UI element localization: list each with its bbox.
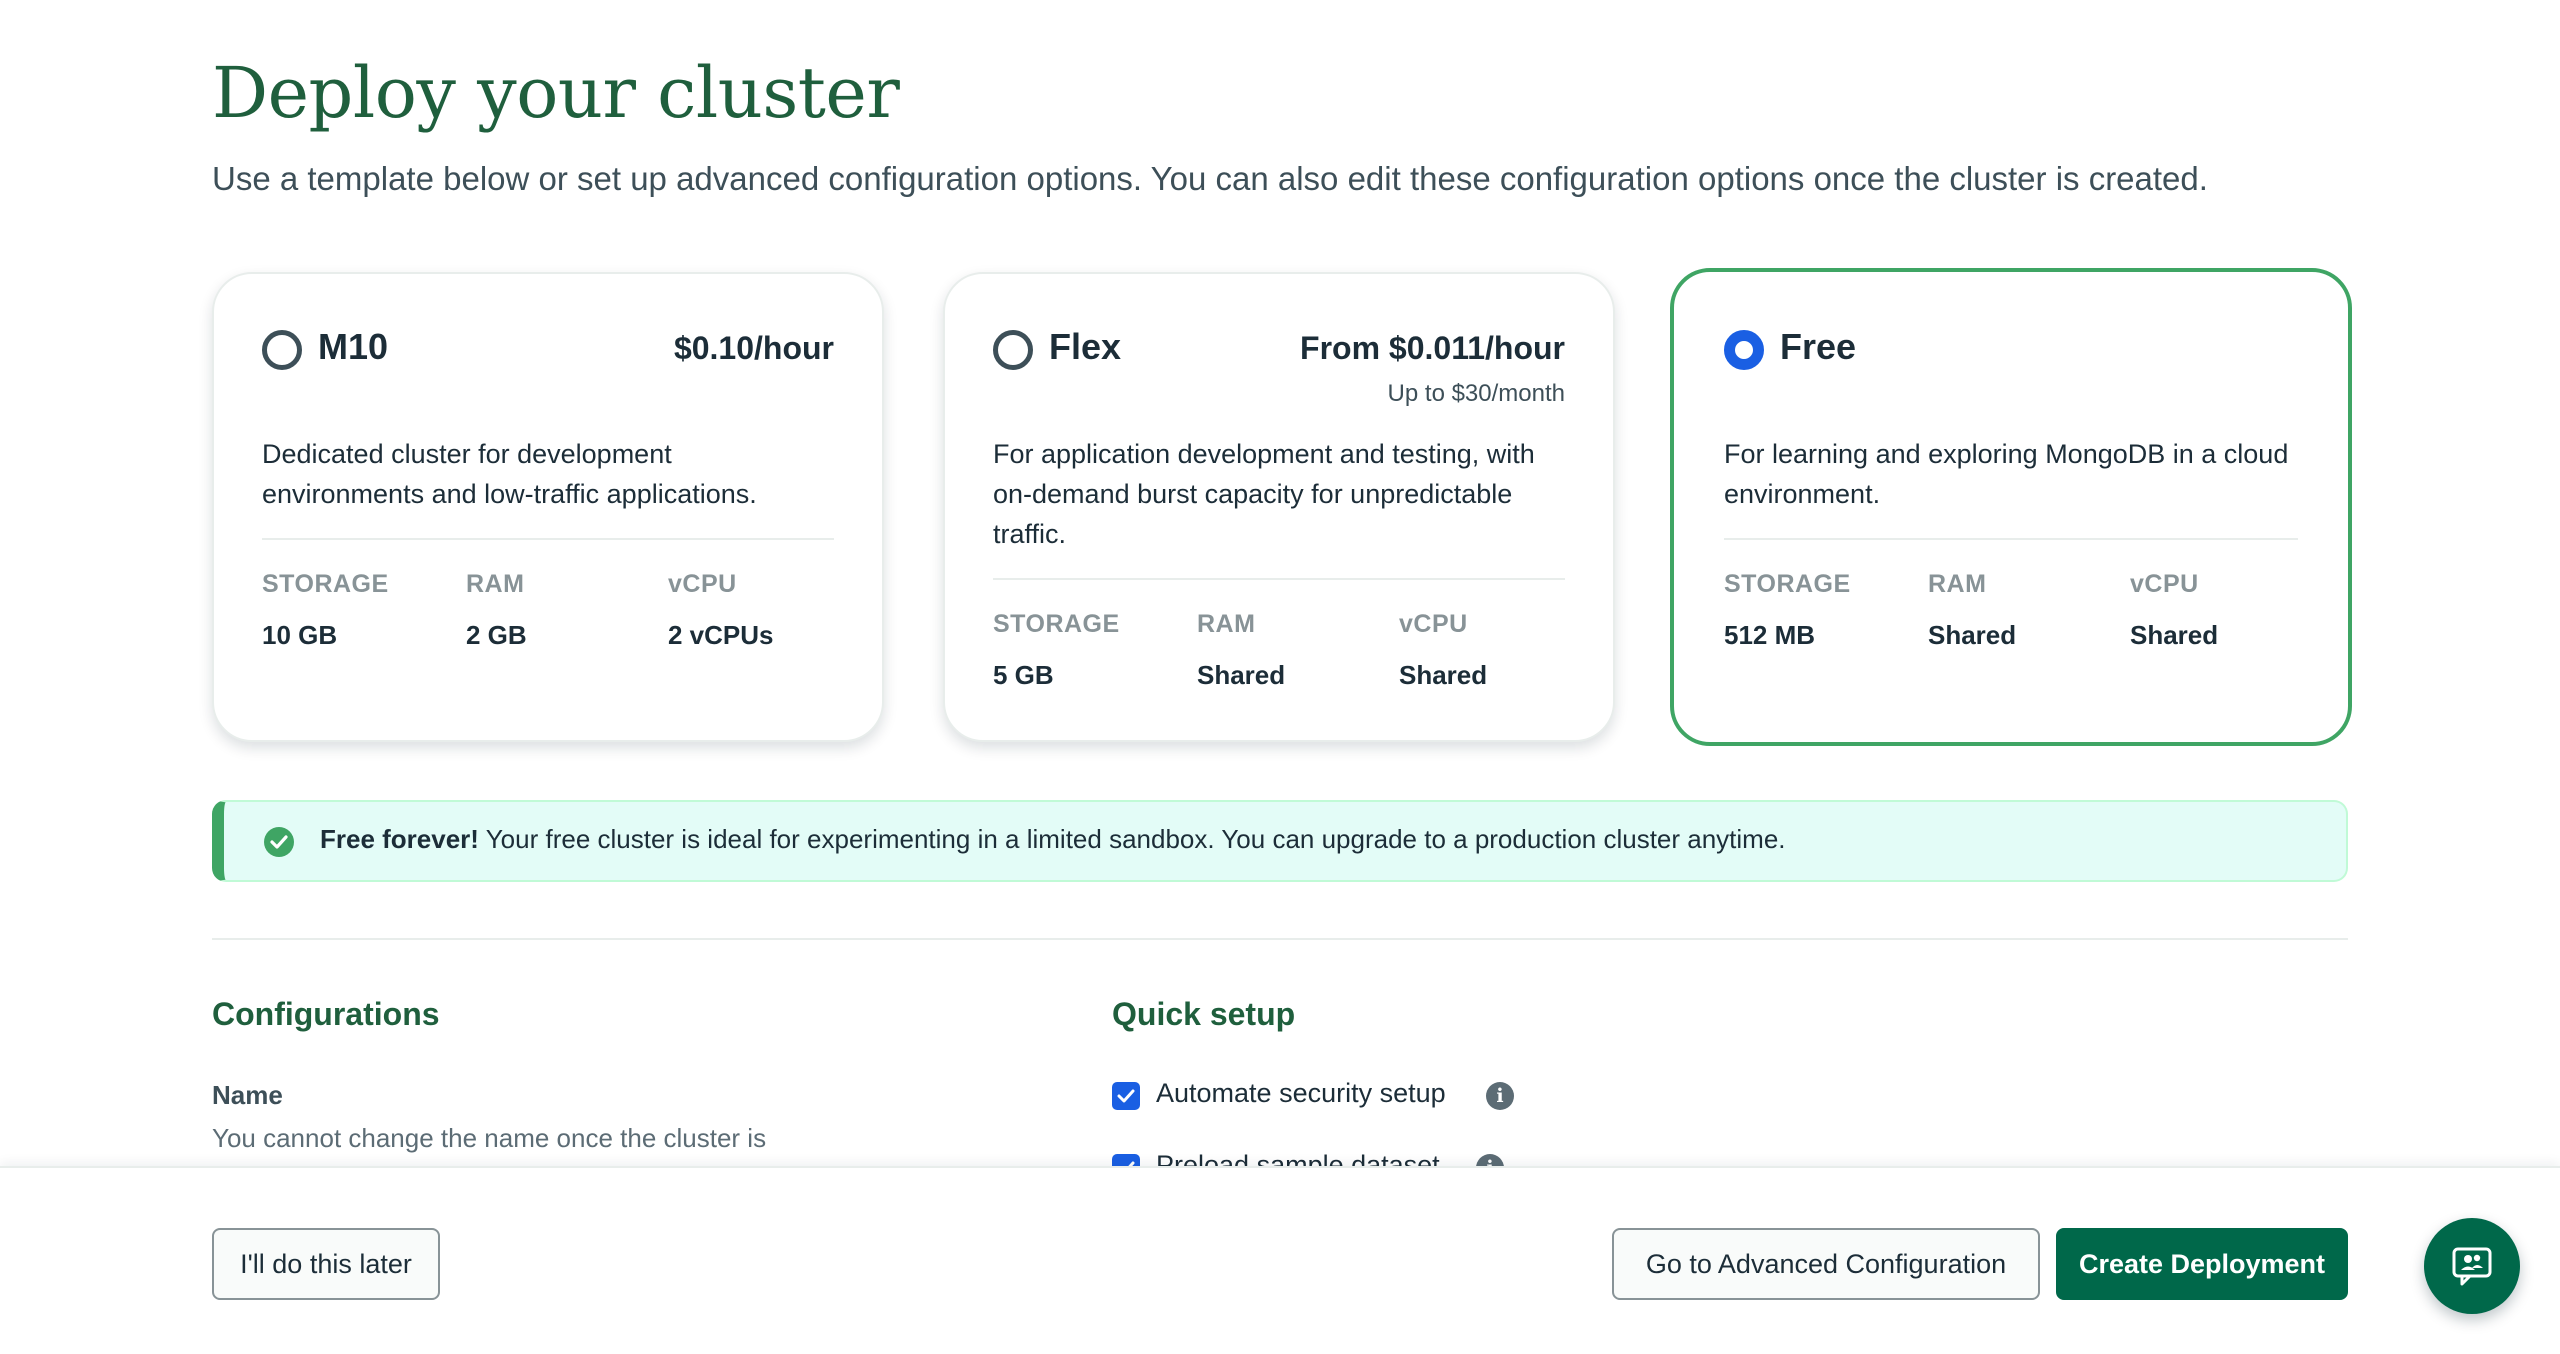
spec-ram-value: Shared	[1197, 660, 1286, 690]
automate-security-checkbox[interactable]	[1112, 1082, 1140, 1110]
chat-support-button[interactable]	[2424, 1218, 2520, 1314]
deploy-cluster-page: Deploy your cluster Use a template below…	[0, 0, 2560, 1354]
check-circle-icon	[264, 827, 294, 857]
plan-name: Free	[1780, 326, 1857, 367]
plan-card-flex[interactable]: Flex From $0.011/hour Up to $30/month Fo…	[943, 272, 1615, 742]
spec-storage-label: STORAGE	[993, 610, 1120, 638]
spec-ram-value: Shared	[1928, 620, 2017, 650]
spec-ram-label: RAM	[1928, 570, 1987, 598]
spec-vcpu-label: vCPU	[1399, 610, 1468, 638]
radio-m10[interactable]	[262, 330, 302, 370]
banner-bold: Free forever!	[320, 824, 479, 854]
plan-description: For learning and exploring MongoDB in a …	[1724, 439, 2289, 509]
configurations-heading: Configurations	[212, 996, 440, 1032]
plan-name: M10	[318, 326, 389, 367]
spec-storage-value: 5 GB	[993, 660, 1054, 690]
banner-body: Your free cluster is ideal for experimen…	[478, 824, 1786, 854]
spec-storage-label: STORAGE	[262, 570, 389, 598]
do-this-later-button[interactable]: I'll do this later	[212, 1228, 440, 1300]
plan-card-m10[interactable]: M10 $0.10/hour Dedicated cluster for dev…	[212, 272, 884, 742]
spec-vcpu-label: vCPU	[668, 570, 737, 598]
plan-description: For application development and testing,…	[993, 439, 1535, 549]
automate-security-label: Automate security setup	[1156, 1078, 1446, 1108]
name-field-label: Name	[212, 1080, 283, 1110]
spec-vcpu-value: Shared	[2130, 620, 2219, 650]
spec-vcpu-value: 2 vCPUs	[668, 620, 774, 650]
plan-price-cap: Up to $30/month	[1387, 380, 1565, 407]
spec-ram-label: RAM	[466, 570, 525, 598]
create-deployment-button[interactable]: Create Deployment	[2056, 1228, 2348, 1300]
spec-storage-value: 10 GB	[262, 620, 338, 650]
card-divider	[1724, 538, 2298, 540]
plan-description: Dedicated cluster for development enviro…	[262, 439, 757, 509]
banner-text: Free forever! Your free cluster is ideal…	[320, 824, 1786, 855]
spec-ram-label: RAM	[1197, 610, 1256, 638]
plan-price: From $0.011/hour	[1300, 330, 1565, 366]
radio-flex[interactable]	[993, 330, 1033, 370]
page-subtitle: Use a template below or set up advanced …	[212, 160, 2208, 197]
spec-ram-value: 2 GB	[466, 620, 527, 650]
advanced-configuration-button[interactable]: Go to Advanced Configuration	[1612, 1228, 2040, 1300]
radio-free-selected[interactable]	[1724, 330, 1764, 370]
plan-price: $0.10/hour	[673, 330, 834, 366]
quick-setup-heading: Quick setup	[1112, 996, 1296, 1032]
card-divider	[262, 538, 834, 540]
spec-vcpu-value: Shared	[1399, 660, 1488, 690]
free-forever-banner: Free forever! Your free cluster is ideal…	[212, 800, 2348, 882]
spec-vcpu-label: vCPU	[2130, 570, 2199, 598]
footer-bar: I'll do this later Go to Advanced Config…	[0, 1166, 2560, 1354]
chat-support-icon	[2452, 1247, 2492, 1286]
plan-name: Flex	[1049, 326, 1122, 367]
spec-storage-label: STORAGE	[1724, 570, 1851, 598]
section-divider	[212, 938, 2348, 940]
card-divider	[993, 578, 1565, 580]
info-icon[interactable]: i	[1486, 1082, 1514, 1110]
plan-card-free[interactable]: Free For learning and exploring MongoDB …	[1670, 268, 2352, 746]
page-title: Deploy your cluster	[212, 52, 900, 134]
spec-storage-value: 512 MB	[1724, 620, 1816, 650]
